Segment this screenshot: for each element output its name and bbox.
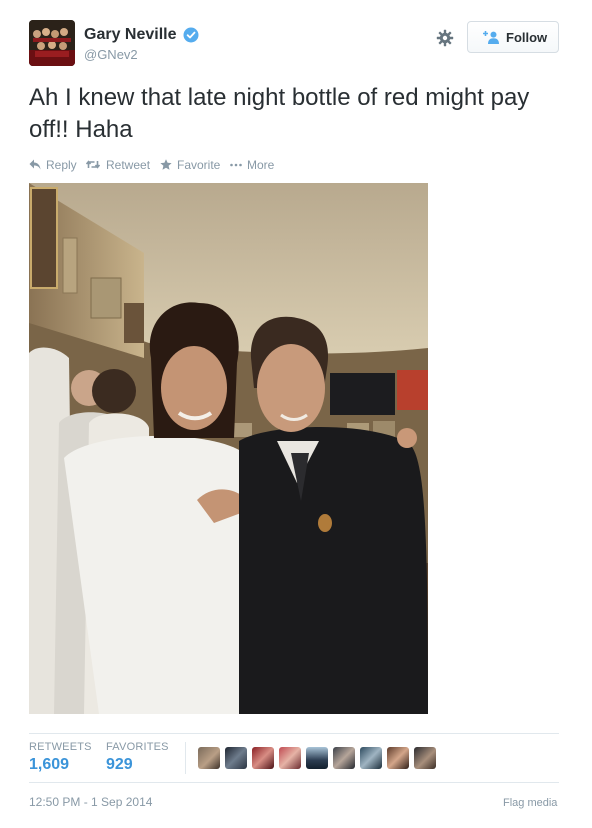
favoriter-avatar[interactable]	[252, 747, 274, 769]
verified-badge-icon	[183, 27, 199, 43]
tweet-text: Ah I knew that late night bottle of red …	[29, 84, 530, 143]
star-icon	[160, 159, 172, 170]
favoriter-avatar[interactable]	[198, 747, 220, 769]
favoriter-avatar[interactable]	[333, 747, 355, 769]
retweet-icon	[86, 160, 100, 169]
flag-media-link[interactable]: Flag media	[503, 797, 557, 809]
tweet-timestamp[interactable]: 12:50 PM - 1 Sep 2014	[29, 795, 152, 809]
favoriter-avatar[interactable]	[414, 747, 436, 769]
favoriter-avatar[interactable]	[225, 747, 247, 769]
retweet-label: Retweet	[106, 158, 151, 172]
add-user-icon	[483, 31, 499, 44]
more-label: More	[247, 158, 275, 172]
favoriter-avatar[interactable]	[279, 747, 301, 769]
reply-icon	[29, 159, 41, 170]
follow-button-label: Follow	[506, 30, 548, 45]
stats-bottom-divider	[29, 782, 559, 783]
tweet-photo[interactable]	[29, 183, 428, 714]
follow-button[interactable]: Follow	[467, 21, 559, 53]
more-dots-icon	[230, 163, 242, 167]
favorites-label: FAVORITES	[106, 741, 169, 753]
favorites-count[interactable]: 929	[106, 756, 133, 774]
stats-top-divider	[29, 733, 559, 734]
favoriter-avatar[interactable]	[306, 747, 328, 769]
retweets-label: RETWEETS	[29, 741, 92, 753]
user-display-name[interactable]: Gary Neville	[84, 26, 177, 44]
stats-separator	[185, 742, 186, 774]
user-handle[interactable]: @GNev2	[84, 47, 138, 62]
gear-icon[interactable]	[436, 29, 454, 47]
favoriter-avatar[interactable]	[360, 747, 382, 769]
favoriter-avatar[interactable]	[387, 747, 409, 769]
profile-avatar[interactable]	[29, 20, 75, 66]
favorite-label: Favorite	[177, 158, 221, 172]
retweets-count[interactable]: 1,609	[29, 756, 69, 774]
reply-label: Reply	[46, 158, 77, 172]
